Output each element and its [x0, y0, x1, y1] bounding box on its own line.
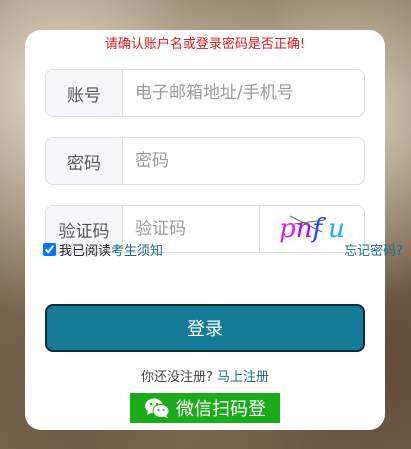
password-input[interactable]: [123, 138, 364, 184]
account-input[interactable]: [123, 70, 364, 116]
account-field: 账号: [45, 69, 365, 117]
exam-notice-link[interactable]: 考生须知: [111, 240, 163, 259]
login-button[interactable]: 登录: [45, 304, 365, 352]
login-card: 请确认账户名或登录密码是否正确! 账号 密码 验证码 pnfu: [25, 30, 385, 430]
agreement-row: 我已阅读 考生须知 忘记密码?: [43, 240, 403, 259]
register-link[interactable]: 马上注册: [217, 370, 269, 385]
account-label: 账号: [46, 70, 123, 116]
wechat-login-button[interactable]: 微信扫码登: [130, 393, 280, 423]
password-field: 密码: [45, 137, 365, 185]
wechat-login-label: 微信扫码登: [176, 399, 266, 420]
password-label: 密码: [46, 138, 123, 184]
agreement-checkbox[interactable]: [43, 243, 56, 256]
agreement-checkbox-label[interactable]: 我已阅读 考生须知: [43, 240, 163, 259]
error-message: 请确认账户名或登录密码是否正确!: [104, 37, 306, 52]
forgot-password-link[interactable]: 忘记密码?: [344, 240, 403, 259]
agreement-prefix: 我已阅读: [59, 244, 112, 259]
wechat-icon: [145, 398, 170, 418]
